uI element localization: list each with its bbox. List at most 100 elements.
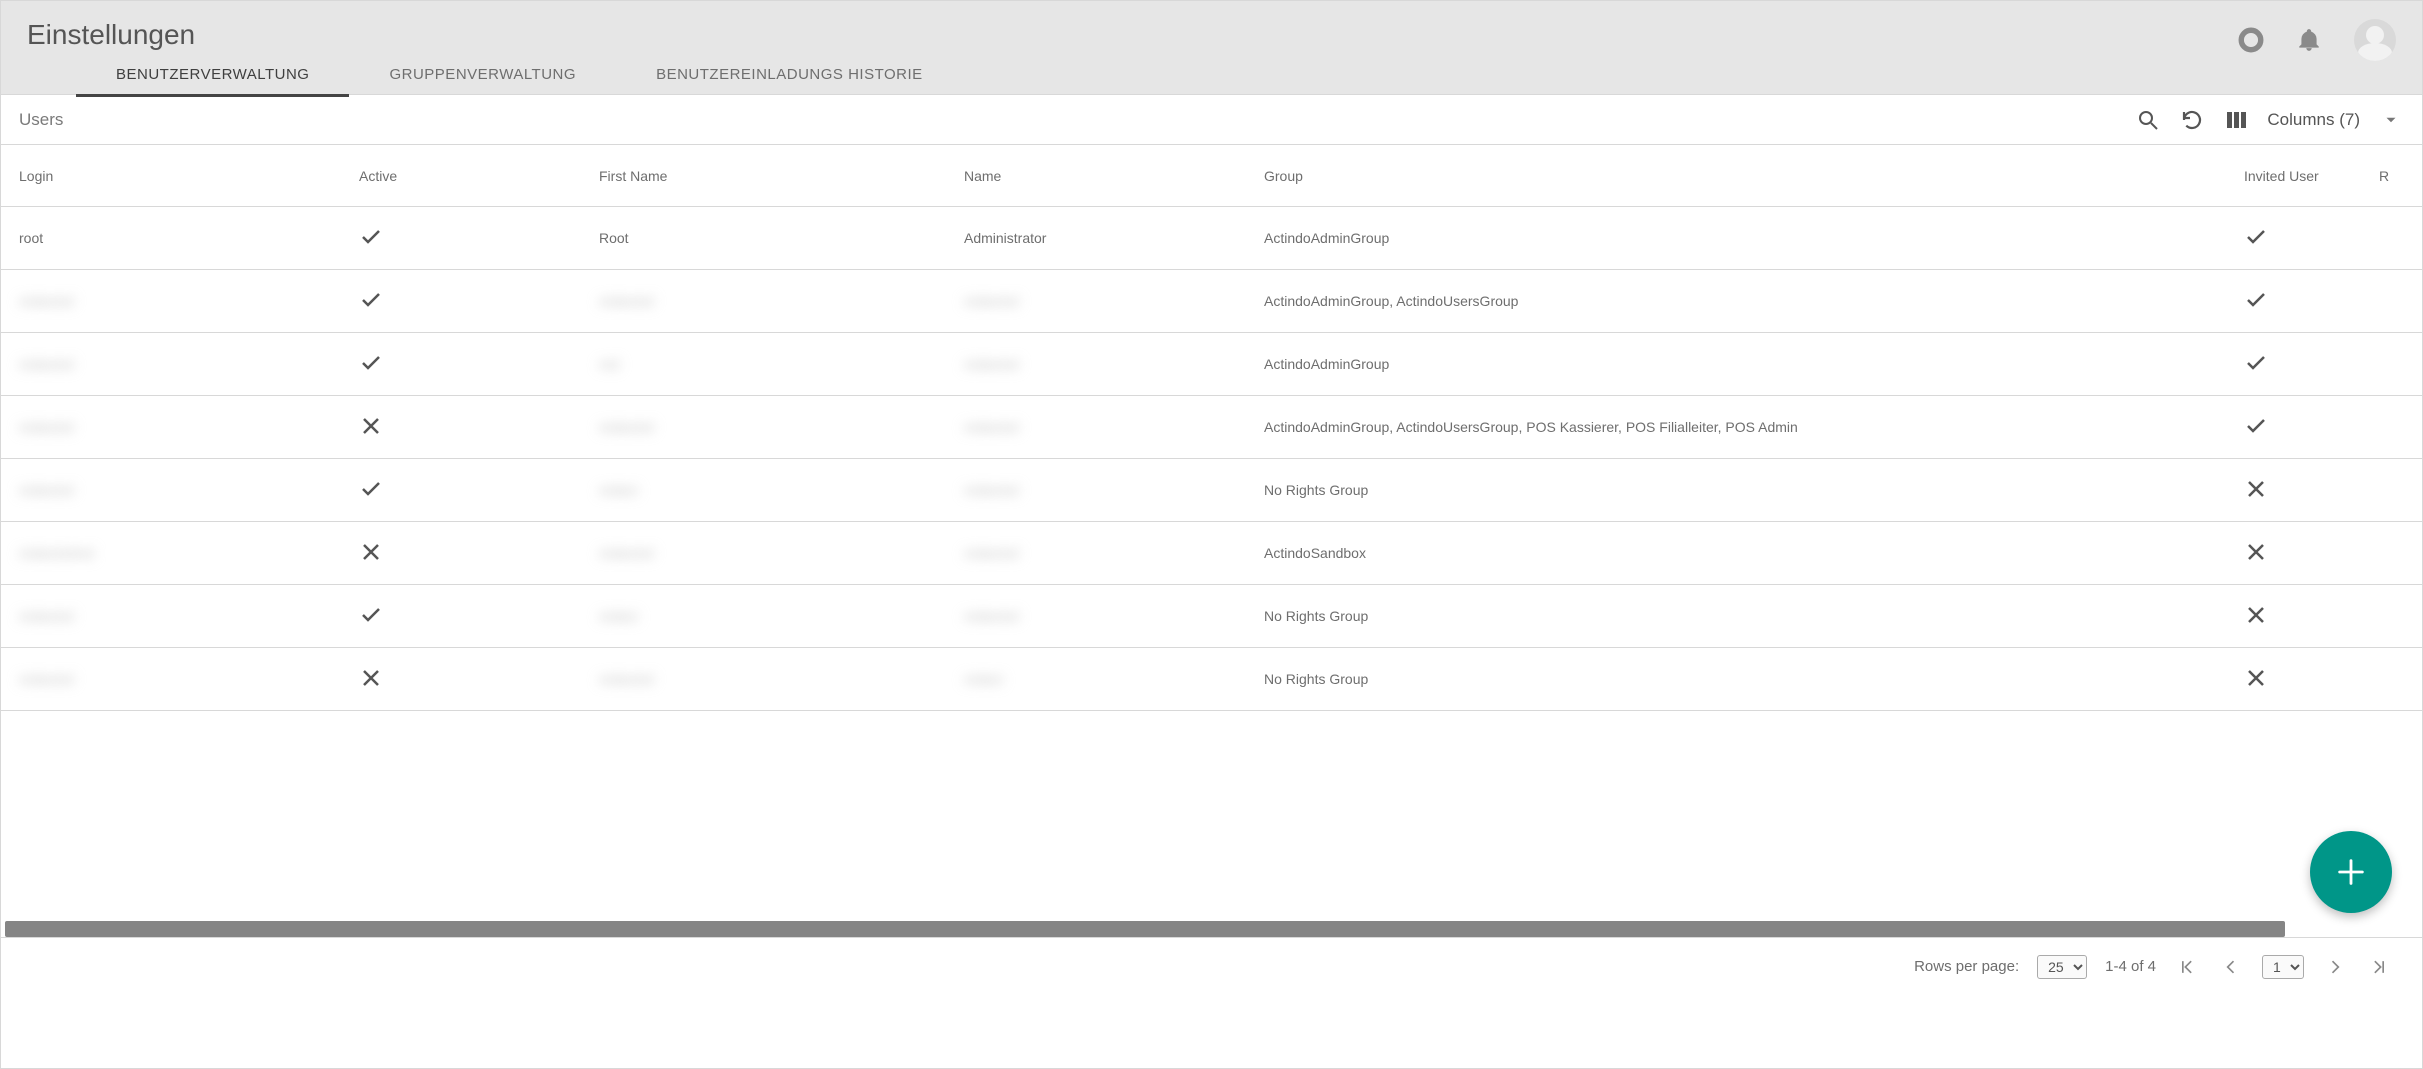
last-page-button[interactable] (2366, 954, 2392, 980)
table-row[interactable]: redactedredactedredactNo Rights Group (1, 648, 2422, 711)
col-header-tail[interactable]: R (2364, 168, 2404, 184)
cell-login: redacted (19, 293, 359, 309)
tabbar: BENUTZERVERWALTUNG GRUPPENVERWALTUNG BEN… (76, 51, 2422, 97)
tab-groups[interactable]: GRUPPENVERWALTUNG (349, 51, 616, 97)
table-row[interactable]: redactedredactredactedNo Rights Group (1, 585, 2422, 648)
add-user-button[interactable] (2310, 831, 2392, 913)
search-icon (2136, 108, 2160, 132)
chevron-right-icon (2325, 957, 2345, 977)
tab-invites[interactable]: BENUTZEREINLADUNGS HISTORIE (616, 51, 963, 97)
cell-first-name: redacted (599, 293, 964, 309)
check-icon (359, 288, 383, 312)
columns-dropdown-button[interactable] (2378, 107, 2404, 133)
table-row[interactable]: redactedredactredactedNo Rights Group (1, 459, 2422, 522)
check-icon (2244, 414, 2268, 438)
horizontal-scrollbar-thumb[interactable] (5, 921, 2285, 937)
check-icon (359, 225, 383, 249)
table-body: rootRootAdministratorActindoAdminGroupre… (1, 207, 2422, 995)
app-header: Einstellungen BENUTZERVERWALTUNG GRUPPEN… (1, 1, 2422, 95)
prev-page-button[interactable] (2218, 954, 2244, 980)
check-icon (2244, 225, 2268, 249)
cell-name: Administrator (964, 230, 1264, 246)
cell-name: redacted (964, 545, 1264, 561)
col-header-active[interactable]: Active (359, 168, 599, 184)
cell-group: No Rights Group (1264, 482, 2244, 498)
cell-first-name: redacted (599, 671, 964, 687)
cell-login: redacted (19, 608, 359, 624)
horizontal-scrollbar[interactable] (5, 921, 2418, 937)
rows-per-page-label: Rows per page: (1914, 958, 2019, 975)
col-header-fname[interactable]: First Name (599, 168, 964, 184)
table-row[interactable]: redactedredactedredactedActindoAdminGrou… (1, 396, 2422, 459)
page-number-select[interactable]: 1 (2262, 955, 2304, 979)
range-display: 1-4 of 4 (2105, 958, 2156, 975)
check-icon (359, 477, 383, 501)
close-icon (359, 540, 383, 564)
cell-group: ActindoAdminGroup, ActindoUsersGroup (1264, 293, 2244, 309)
avatar[interactable] (2354, 19, 2396, 61)
refresh-button[interactable] (2179, 107, 2205, 133)
col-header-login[interactable]: Login (19, 168, 359, 184)
cell-invited (2244, 225, 2364, 252)
search-button[interactable] (2135, 107, 2161, 133)
cell-name: redact (964, 671, 1264, 687)
cell-active (359, 477, 599, 504)
cell-first-name: red (599, 356, 964, 372)
cell-first-name: redact (599, 482, 964, 498)
table-row[interactable]: redactedredredactedActindoAdminGroup (1, 333, 2422, 396)
cell-name: redacted (964, 293, 1264, 309)
cell-first-name: redacted (599, 545, 964, 561)
cell-group: ActindoAdminGroup, ActindoUsersGroup, PO… (1264, 419, 2244, 435)
table-row[interactable]: rootRootAdministratorActindoAdminGroup (1, 207, 2422, 270)
cell-invited (2244, 351, 2364, 378)
cell-name: redacted (964, 608, 1264, 624)
table-row-partial[interactable] (1, 711, 2422, 751)
record-icon-button[interactable] (2238, 27, 2264, 53)
close-icon (2244, 540, 2268, 564)
cell-first-name: redacted (599, 419, 964, 435)
tab-users[interactable]: BENUTZERVERWALTUNG (76, 51, 349, 97)
cell-active (359, 414, 599, 441)
cell-invited (2244, 603, 2364, 630)
notifications-button[interactable] (2296, 27, 2322, 53)
check-icon (2244, 288, 2268, 312)
rows-per-page-select[interactable]: 25 (2037, 955, 2087, 979)
page-title: Einstellungen (27, 19, 2422, 51)
cell-active (359, 540, 599, 567)
plus-icon (2334, 855, 2368, 889)
pagination-bar: Rows per page: 25 1-4 of 4 1 (1, 937, 2422, 995)
bell-icon (2296, 27, 2322, 53)
cell-invited (2244, 540, 2364, 567)
col-header-name[interactable]: Name (964, 168, 1264, 184)
cell-name: redacted (964, 482, 1264, 498)
col-header-group[interactable]: Group (1264, 168, 2244, 184)
cell-invited (2244, 414, 2364, 441)
columns-count-label[interactable]: Columns (7) (2267, 110, 2360, 130)
cell-invited (2244, 477, 2364, 504)
table-row[interactable]: redactedredredactedredactedActindoSandbo… (1, 522, 2422, 585)
cell-invited (2244, 666, 2364, 693)
cell-first-name: redact (599, 608, 964, 624)
check-icon (2244, 351, 2268, 375)
refresh-icon (2180, 108, 2204, 132)
caret-down-icon (2382, 111, 2400, 129)
cell-login: root (19, 230, 359, 246)
table-toolbar: Users Columns (7) (1, 95, 2422, 145)
page-last-icon (2369, 957, 2389, 977)
next-page-button[interactable] (2322, 954, 2348, 980)
cell-active (359, 666, 599, 693)
columns-icon-button[interactable] (2223, 107, 2249, 133)
cell-group: No Rights Group (1264, 671, 2244, 687)
first-page-button[interactable] (2174, 954, 2200, 980)
cell-login: redacted (19, 671, 359, 687)
col-header-invited[interactable]: Invited User (2244, 168, 2364, 184)
cell-login: redactedred (19, 545, 359, 561)
cell-login: redacted (19, 419, 359, 435)
cell-active (359, 288, 599, 315)
table-row[interactable]: redactedredactedredactedActindoAdminGrou… (1, 270, 2422, 333)
check-icon (359, 603, 383, 627)
view-columns-icon (2224, 108, 2248, 132)
cell-group: ActindoAdminGroup (1264, 230, 2244, 246)
content-area: Users Columns (7) Login Active (1, 95, 2422, 995)
cell-name: redacted (964, 356, 1264, 372)
